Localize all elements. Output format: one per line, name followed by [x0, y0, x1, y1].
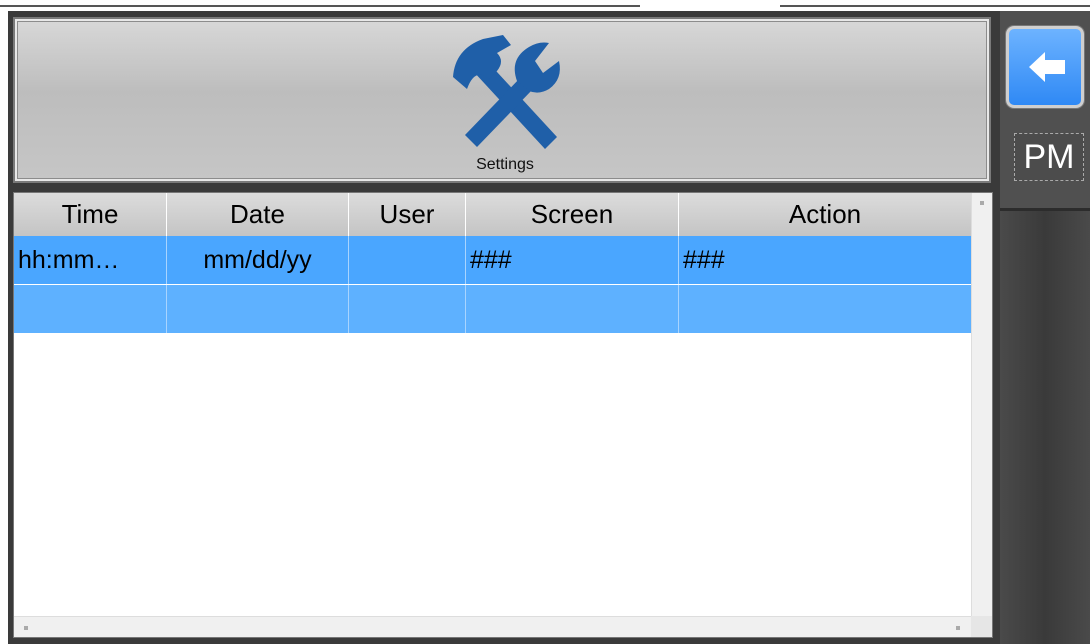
- table-row[interactable]: hh:mm… mm/dd/yy ### ###: [14, 236, 971, 284]
- side-panel-top: PM: [1000, 11, 1090, 211]
- settings-label: Settings: [476, 156, 534, 173]
- settings-button[interactable]: Settings: [435, 31, 575, 176]
- column-header-action[interactable]: Action: [679, 193, 971, 236]
- tools-icon: [453, 35, 560, 149]
- cell-action: ###: [683, 246, 725, 274]
- scroll-left-indicator[interactable]: [24, 626, 28, 630]
- header-panel: Settings: [13, 17, 991, 183]
- scroll-right-indicator[interactable]: [956, 626, 960, 630]
- table-row[interactable]: [14, 285, 971, 333]
- column-header-user[interactable]: User: [349, 193, 466, 236]
- cell-user: [349, 285, 466, 333]
- table-header: Time Date User Screen Action: [14, 193, 971, 236]
- vertical-scrollbar[interactable]: [971, 193, 992, 616]
- ampm-indicator: PM: [1014, 133, 1084, 181]
- horizontal-scrollbar[interactable]: [14, 616, 971, 637]
- column-header-time[interactable]: Time: [14, 193, 167, 236]
- cell-screen: [466, 285, 679, 333]
- column-header-date[interactable]: Date: [167, 193, 349, 236]
- back-button[interactable]: [1006, 26, 1084, 108]
- cell-date: [167, 285, 349, 333]
- top-divider-right: [780, 5, 1090, 7]
- cell-user: [349, 236, 466, 284]
- cell-action: [679, 285, 971, 333]
- column-header-screen[interactable]: Screen: [466, 193, 679, 236]
- cell-time: [14, 285, 167, 333]
- cell-screen: ###: [466, 236, 679, 284]
- side-panel: PM: [1000, 11, 1090, 644]
- top-strip: [0, 0, 1090, 11]
- cell-date: mm/dd/yy: [167, 236, 349, 284]
- top-divider: [0, 5, 640, 7]
- cell-time: hh:mm…: [14, 236, 167, 284]
- log-table: Time Date User Screen Action hh:mm… mm/d…: [13, 192, 993, 638]
- scroll-up-indicator[interactable]: [980, 201, 984, 205]
- scrollbar-corner: [971, 616, 992, 637]
- arrow-left-icon: [1029, 52, 1065, 82]
